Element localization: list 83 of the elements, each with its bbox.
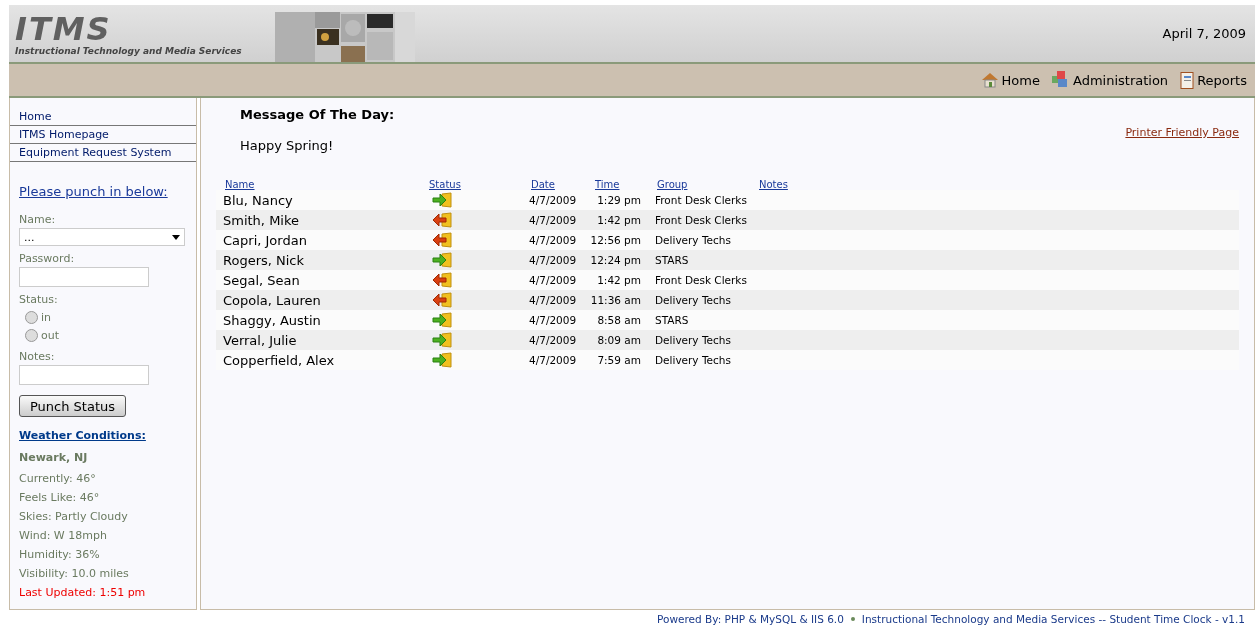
nav-link[interactable]: Home [980, 72, 1040, 88]
notes-field[interactable] [19, 365, 149, 385]
date-cell: 4/7/2009 [529, 234, 577, 246]
field-label: Name: [19, 213, 56, 226]
weather-detail: Wind: W 18mph [19, 528, 107, 544]
group-cell: Delivery Techs [655, 294, 731, 306]
last-updated: Last Updated: 1:51 pm [19, 585, 146, 601]
time-cell: 1:42 pm [597, 214, 641, 226]
radio-button[interactable] [25, 310, 38, 324]
field-label: Notes: [19, 350, 55, 363]
weather-detail: Feels Like: 46° [19, 490, 100, 506]
header-date: April 7, 2009 [1162, 26, 1246, 41]
column-header-link[interactable]: Status [429, 179, 461, 190]
bullet-icon [850, 617, 855, 621]
group-cell: Front Desk Clerks [655, 274, 747, 286]
field-label: Status: [19, 293, 58, 306]
weather-detail: Visibility: 10.0 miles [19, 566, 129, 582]
column-header-link[interactable]: Group [657, 179, 688, 190]
column-header-link[interactable]: Time [595, 179, 620, 190]
column-header-link[interactable]: Date [531, 179, 555, 190]
radio-label: out [41, 328, 59, 342]
caret-icon [172, 234, 180, 240]
time-cell: 12:24 pm [590, 254, 641, 266]
name-cell: Smith, Mike [223, 212, 300, 228]
name-cell: Shaggy, Austin [223, 312, 321, 328]
date-cell: 4/7/2009 [529, 214, 577, 226]
date-cell: 4/7/2009 [529, 334, 577, 346]
house-icon [980, 72, 999, 88]
nav-link[interactable]: Reports [1180, 71, 1247, 89]
field-label: Password: [19, 252, 75, 265]
weather-detail: Humidity: 36% [19, 547, 100, 563]
group-cell: Front Desk Clerks [655, 194, 747, 206]
column-header-link[interactable]: Name [225, 179, 255, 190]
date-cell: 4/7/2009 [529, 314, 577, 326]
name-cell: Rogers, Nick [223, 252, 305, 268]
nav-link[interactable]: Administration [1052, 71, 1169, 89]
name-cell: Verral, Julie [223, 332, 297, 348]
time-cell: 7:59 am [597, 354, 641, 366]
weather-detail: Currently: 46° [19, 471, 96, 487]
sidebar-link[interactable]: Equipment Request System [10, 144, 196, 162]
weather-detail: Skies: Partly Cloudy [19, 509, 128, 525]
punch-status-button[interactable]: Punch Status [19, 395, 127, 417]
notebook-icon [1180, 71, 1195, 89]
group-cell: Front Desk Clerks [655, 214, 747, 226]
name-cell: Blu, Nancy [223, 192, 293, 208]
printer-friendly-link[interactable]: Printer Friendly Page [1125, 126, 1239, 139]
name-cell: Capri, Jordan [223, 232, 307, 248]
date-cell: 4/7/2009 [529, 274, 577, 286]
weather-location: Newark, NJ [19, 451, 88, 464]
time-cell: 11:36 am [590, 294, 641, 306]
group-cell: Delivery Techs [655, 234, 731, 246]
footer-text: Instructional Technology and Media Services -- Student Time Clock - v1.1 [861, 613, 1245, 625]
logo-title: ITMS [15, 11, 112, 46]
motd-title: Message Of The Day: [240, 107, 395, 122]
date-cell: 4/7/2009 [529, 194, 577, 206]
password-field[interactable] [19, 267, 149, 287]
radio-button[interactable] [25, 328, 38, 342]
radio-label: in [41, 310, 52, 324]
group-cell: STARS [655, 314, 689, 326]
logo-subtitle: Instructional Technology and Media Services [15, 45, 243, 56]
date-cell: 4/7/2009 [529, 254, 577, 266]
group-cell: STARS [655, 254, 689, 266]
time-cell: 1:29 pm [597, 194, 641, 206]
time-cell: 12:56 pm [590, 234, 641, 246]
name-cell: Segal, Sean [223, 272, 300, 288]
date-cell: 4/7/2009 [529, 294, 577, 306]
time-cell: 1:42 pm [597, 274, 641, 286]
time-cell: 8:58 am [597, 314, 641, 326]
motd-text: Happy Spring! [240, 138, 335, 153]
group-cell: Delivery Techs [655, 334, 731, 346]
column-header-link[interactable]: Notes [759, 179, 788, 190]
group-cell: Delivery Techs [655, 354, 731, 366]
blocks-icon [1052, 71, 1070, 89]
date-cell: 4/7/2009 [529, 354, 577, 366]
weather-heading[interactable]: Weather Conditions: [19, 429, 146, 442]
sidebar-link[interactable]: ITMS Homepage [10, 126, 196, 144]
name-cell: Copola, Lauren [223, 292, 321, 308]
time-cell: 8:09 am [597, 334, 641, 346]
name-dropdown[interactable]: ... [19, 228, 185, 246]
punch-heading[interactable]: Please punch in below: [19, 184, 168, 199]
footer-text: Powered By: PHP & MySQL & IIS 6.0 [657, 613, 844, 625]
name-cell: Copperfield, Alex [223, 352, 335, 368]
sidebar-link[interactable]: Home [10, 108, 196, 126]
